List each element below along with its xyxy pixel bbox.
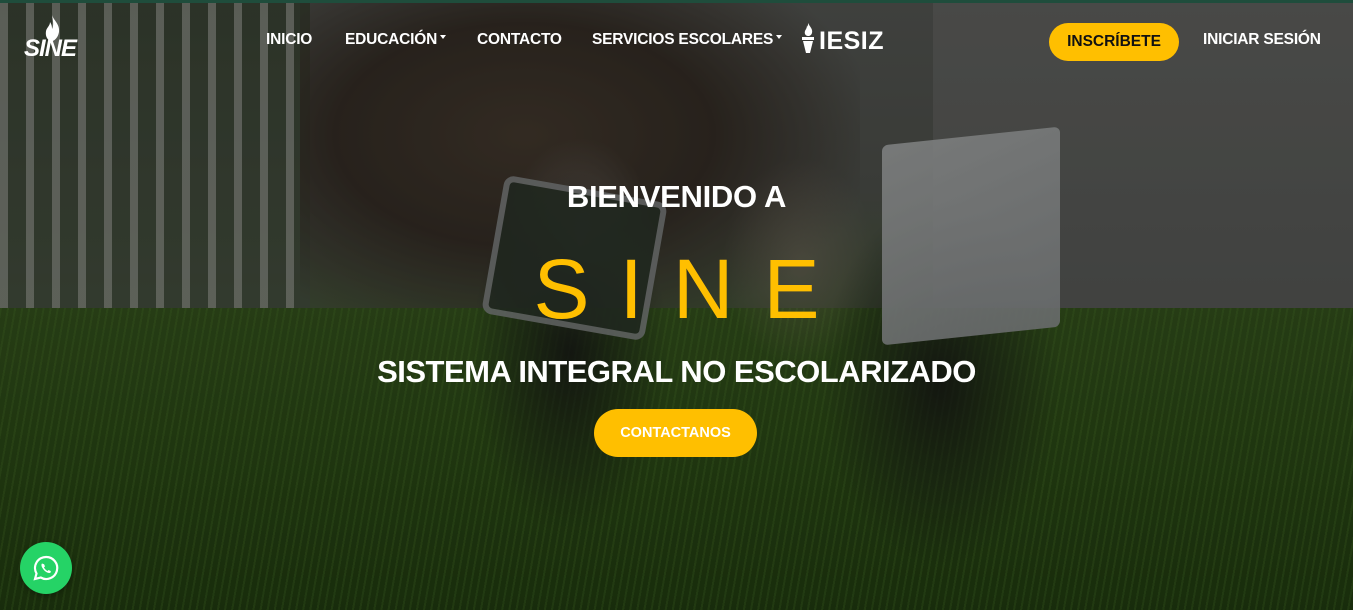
hero-brand-title: SINE bbox=[533, 242, 850, 336]
contactanos-button[interactable]: CONTACTANOS bbox=[594, 409, 757, 457]
whatsapp-button[interactable] bbox=[20, 542, 72, 594]
nav-link-contacto[interactable]: CONTACTO bbox=[477, 31, 562, 49]
hero-welcome-text: BIENVENIDO A bbox=[566, 179, 787, 214]
inscribete-button[interactable]: INSCRÍBETE bbox=[1049, 23, 1179, 61]
nav-link-educacion[interactable]: EDUCACIÓN bbox=[345, 31, 447, 49]
chevron-down-icon bbox=[440, 34, 447, 39]
nav-link-servicios-escolares[interactable]: SERVICIOS ESCOLARES bbox=[592, 31, 783, 49]
whatsapp-icon bbox=[33, 555, 59, 581]
nav-link-inicio-label: INICIO bbox=[266, 31, 313, 48]
iesiz-logo[interactable]: IESIZ bbox=[800, 23, 884, 56]
sine-logo[interactable]: SINE bbox=[24, 15, 86, 67]
iesiz-logo-text: IESIZ bbox=[819, 27, 885, 55]
nav-link-contacto-label: CONTACTO bbox=[477, 31, 562, 48]
chevron-down-icon bbox=[776, 34, 783, 39]
torch-icon bbox=[802, 23, 814, 53]
hero-section: SINE INICIO EDUCACIÓN CONTACTO SERVICIOS… bbox=[0, 0, 1353, 610]
sine-logo-text: SINE bbox=[24, 35, 77, 62]
navbar: SINE INICIO EDUCACIÓN CONTACTO SERVICIOS… bbox=[0, 3, 1353, 83]
login-link[interactable]: INICIAR SESIÓN bbox=[1203, 31, 1321, 49]
nav-link-educacion-label: EDUCACIÓN bbox=[345, 31, 438, 48]
hero-subtitle: SISTEMA INTEGRAL NO ESCOLARIZADO bbox=[377, 354, 976, 389]
nav-link-inicio[interactable]: INICIO bbox=[266, 31, 312, 49]
nav-link-servicios-label: SERVICIOS ESCOLARES bbox=[592, 31, 774, 48]
